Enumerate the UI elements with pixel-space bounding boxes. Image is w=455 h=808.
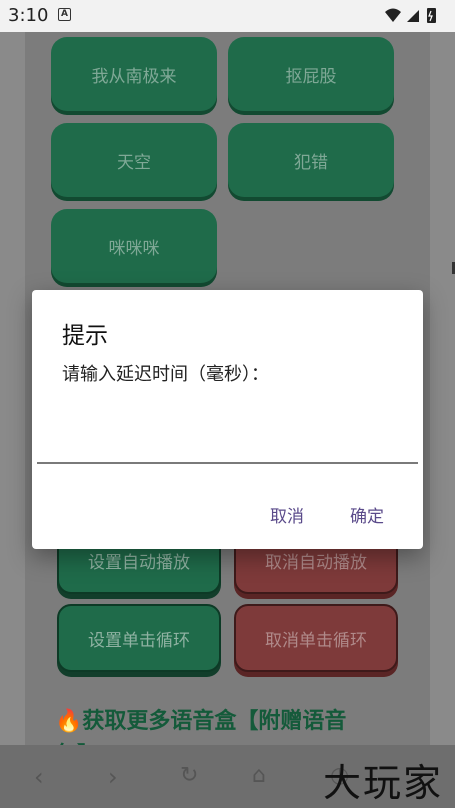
voice-button-4[interactable]: 犯错 bbox=[228, 123, 394, 197]
signal-icon bbox=[407, 10, 419, 22]
fire-icon: 🔥 bbox=[55, 709, 83, 734]
dialog-message: 请输入延迟时间（毫秒）： bbox=[62, 364, 269, 385]
voice-button-5[interactable]: 咪咪咪 bbox=[51, 209, 217, 283]
cancel-button[interactable]: 取消 bbox=[270, 502, 304, 527]
watermark-logo: 大玩家 bbox=[322, 761, 443, 805]
refresh-icon[interactable]: ↻ bbox=[180, 763, 198, 788]
delay-dialog: 提示 请输入延迟时间（毫秒）： 取消 确定 bbox=[32, 290, 423, 549]
promo-link[interactable]: 🔥获取更多语音盒【附赠语音 bbox=[55, 703, 346, 735]
notification-a-icon: A bbox=[58, 8, 71, 21]
home-icon[interactable]: ⌂ bbox=[252, 763, 266, 788]
dialog-title: 提示 bbox=[62, 323, 108, 349]
promo-text: 获取更多语音盒【附赠语音 bbox=[82, 709, 347, 734]
page-left-edge bbox=[0, 32, 25, 745]
voice-button-1[interactable]: 我从南极来 bbox=[51, 37, 217, 111]
status-time: 3:10 bbox=[8, 5, 49, 26]
delay-input[interactable] bbox=[37, 402, 418, 464]
cancel-click-loop-button[interactable]: 取消单击循环 bbox=[234, 604, 398, 672]
forward-icon[interactable]: › bbox=[108, 763, 118, 791]
back-icon[interactable]: ‹ bbox=[34, 763, 44, 791]
voice-button-2[interactable]: 抠屁股 bbox=[228, 37, 394, 111]
status-icons bbox=[383, 6, 443, 30]
set-click-loop-button[interactable]: 设置单击循环 bbox=[57, 604, 221, 672]
wifi-icon bbox=[385, 8, 401, 22]
confirm-button[interactable]: 确定 bbox=[350, 502, 384, 527]
page-right-edge bbox=[430, 32, 455, 745]
voice-button-3[interactable]: 天空 bbox=[51, 123, 217, 197]
status-bar: 3:10 A bbox=[0, 0, 455, 32]
